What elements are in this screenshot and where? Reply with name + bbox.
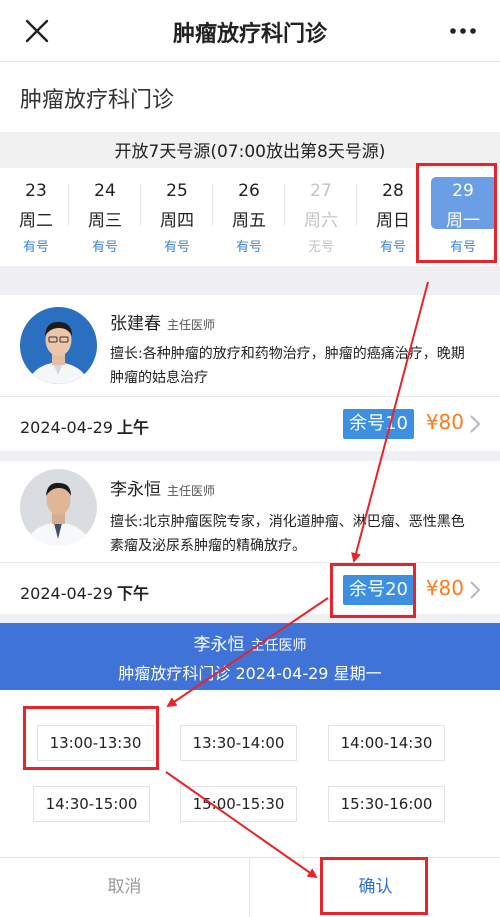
day-status: 有号 — [379, 240, 406, 255]
day-date: 24 — [94, 181, 116, 201]
day-status: 有号 — [163, 240, 190, 255]
appointment-date: 2024-04-29 — [20, 418, 113, 437]
doctor-card: 李永恒 主任医师 擅长:北京肿瘤医院专家，消化道肿瘤、淋巴瘤、恶性黑色素瘤及泌尿系… — [0, 461, 500, 614]
confirm-button[interactable]: 确认 — [251, 858, 500, 917]
day-weekday: 周日 — [376, 211, 410, 231]
page-title: 肿瘤放疗科门诊 — [172, 22, 327, 47]
appointment-date-line: 2024-04-29 下午 — [20, 580, 149, 604]
banner-dept-date: 肿瘤放疗科门诊 2024-04-29 星期一 — [118, 664, 382, 683]
time-slot[interactable]: 14:00-14:30 — [328, 725, 445, 761]
chevron-right-icon — [470, 581, 481, 599]
doctor-avatar — [20, 469, 97, 546]
doctor-specialty: 擅长:各种肿瘤的放疗和药物治疗，肿瘤的癌痛治疗，晚期肿瘤的姑息治疗 — [110, 346, 465, 386]
doctor-name: 李永恒 — [110, 480, 161, 500]
app-screen: 肿瘤放疗科门诊 肿瘤放疗科门诊 开放7天号源(07:00放出第8天号源) 23 … — [0, 0, 500, 917]
doctor-name: 张建春 — [110, 314, 161, 334]
day-date: 28 — [382, 181, 404, 201]
banner-doctor-line: 李永恒 主任医师 — [0, 630, 500, 655]
appointment-date: 2024-04-29 — [20, 584, 113, 603]
time-slot-panel: 13:00-13:30 13:30-14:00 14:00-14:30 14:3… — [0, 690, 500, 857]
day-weekday: 周六 — [304, 211, 338, 231]
appointment-period: 下午 — [116, 584, 149, 603]
day-23[interactable]: 23 周二 有号 — [0, 168, 72, 266]
day-28[interactable]: 28 周日 有号 — [357, 168, 429, 266]
day-date: 29 — [452, 181, 474, 201]
day-weekday: 周二 — [19, 211, 53, 231]
schedule-notice: 开放7天号源(07:00放出第8天号源) — [0, 136, 500, 168]
day-date: 26 — [238, 181, 260, 201]
remaining-slots-badge: 余号20 — [343, 575, 414, 605]
remaining-slots-badge: 余号10 — [343, 409, 414, 439]
time-slot[interactable]: 14:30-15:00 — [33, 786, 150, 822]
department-header: 肿瘤放疗科门诊 — [0, 62, 500, 132]
banner-doctor-rank: 主任医师 — [250, 638, 307, 654]
time-slot[interactable]: 13:30-14:00 — [180, 725, 297, 761]
day-status: 无号 — [307, 240, 334, 255]
day-29-selected[interactable]: 29 周一 有号 — [427, 168, 499, 266]
day-status: 有号 — [235, 240, 262, 255]
chevron-right-icon — [470, 415, 481, 433]
more-icon[interactable] — [448, 18, 478, 44]
day-27: 27 周六 无号 — [285, 168, 357, 266]
day-weekday: 周四 — [160, 211, 194, 231]
action-bar: 取消 确认 — [0, 857, 500, 917]
appointment-row-morning[interactable]: 2024-04-29 上午 余号10 ¥80 — [0, 397, 500, 451]
day-24[interactable]: 24 周三 有号 — [69, 168, 141, 266]
appointment-date-line: 2024-04-29 上午 — [20, 414, 149, 438]
doctor-rank: 主任医师 — [167, 484, 216, 498]
day-status: 有号 — [449, 240, 476, 255]
day-date: 25 — [166, 181, 188, 201]
doctor-name-line: 张建春 主任医师 — [110, 309, 215, 334]
top-bar: 肿瘤放疗科门诊 — [0, 0, 500, 62]
time-slot[interactable]: 13:00-13:30 — [37, 725, 154, 761]
day-26[interactable]: 26 周五 有号 — [213, 168, 285, 266]
time-slot[interactable]: 15:30-16:00 — [328, 786, 445, 822]
cancel-button[interactable]: 取消 — [0, 858, 249, 917]
doctor-name-line: 李永恒 主任医师 — [110, 475, 215, 500]
banner-doctor-name: 李永恒 — [193, 635, 245, 655]
day-status: 有号 — [91, 240, 118, 255]
appointment-row-afternoon[interactable]: 2024-04-29 下午 余号20 ¥80 — [0, 563, 500, 617]
day-date: 23 — [25, 181, 47, 201]
doctor-rank: 主任医师 — [167, 318, 216, 332]
button-divider — [249, 858, 250, 917]
appointment-period: 上午 — [116, 418, 149, 437]
day-25[interactable]: 25 周四 有号 — [141, 168, 213, 266]
day-weekday: 周五 — [232, 211, 266, 231]
day-status: 有号 — [22, 240, 49, 255]
department-title: 肿瘤放疗科门诊 — [20, 88, 175, 113]
day-weekday: 周三 — [88, 211, 122, 231]
doctor-avatar — [20, 307, 97, 384]
date-selector: 23 周二 有号 24 周三 有号 25 周四 有号 26 周五 有号 27 周… — [0, 168, 500, 266]
fee-price: ¥80 — [425, 410, 464, 434]
doctor-card: 张建春 主任医师 擅长:各种肿瘤的放疗和药物治疗，肿瘤的癌痛治疗，晚期肿瘤的姑息治… — [0, 295, 500, 451]
day-date: 27 — [310, 181, 332, 201]
selection-banner: 李永恒 主任医师 肿瘤放疗科门诊 2024-04-29 星期一 — [0, 623, 500, 690]
fee-price: ¥80 — [425, 576, 464, 600]
day-weekday: 周一 — [446, 211, 480, 231]
time-slot[interactable]: 15:00-15:30 — [180, 786, 297, 822]
doctor-specialty: 擅长:北京肿瘤医院专家，消化道肿瘤、淋巴瘤、恶性黑色素瘤及泌尿系肿瘤的精确放疗。 — [110, 514, 465, 554]
